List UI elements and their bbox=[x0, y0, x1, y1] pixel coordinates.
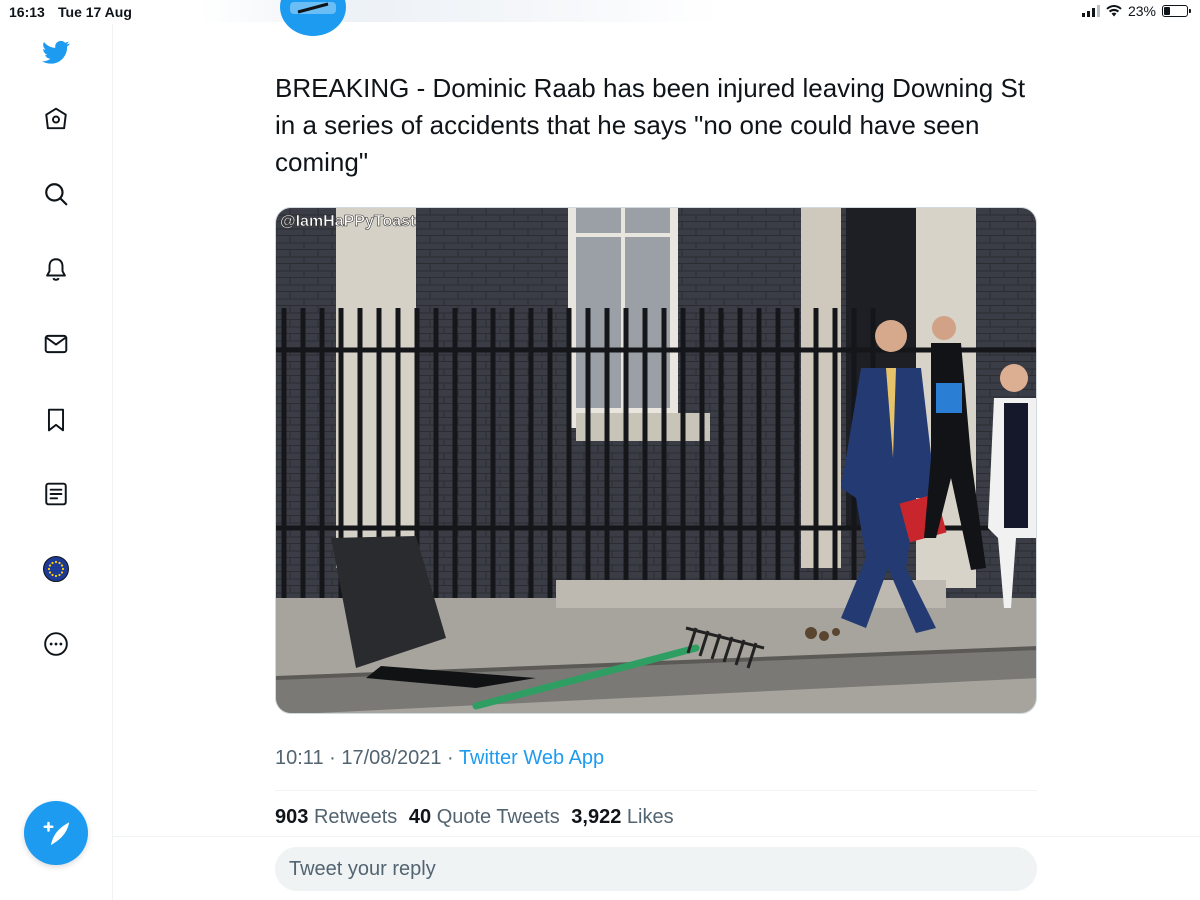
status-date: Tue 17 Aug bbox=[58, 4, 132, 20]
compose-tweet-icon bbox=[43, 821, 70, 846]
tweet-time[interactable]: 10:11 bbox=[275, 747, 324, 769]
battery-icon bbox=[1162, 5, 1191, 17]
retweets-stat[interactable]: 903 Retweets bbox=[275, 806, 397, 828]
quotes-stat[interactable]: 40 Quote Tweets bbox=[409, 806, 560, 828]
likes-label: Likes bbox=[626, 806, 674, 828]
tweet-source-link[interactable]: Twitter Web App bbox=[459, 747, 604, 769]
divider bbox=[275, 790, 1037, 791]
status-time: 16:13 bbox=[9, 4, 45, 20]
meta-separator: · bbox=[329, 747, 336, 769]
profile-icon[interactable] bbox=[38, 551, 74, 587]
home-icon[interactable] bbox=[38, 101, 74, 137]
more-icon[interactable] bbox=[38, 626, 74, 662]
twitter-logo-icon[interactable] bbox=[38, 34, 74, 70]
meta-separator: · bbox=[447, 747, 454, 769]
explore-icon[interactable] bbox=[38, 176, 74, 212]
lists-icon[interactable] bbox=[38, 476, 74, 512]
cellular-signal-icon bbox=[1081, 5, 1100, 17]
notifications-icon[interactable] bbox=[38, 251, 74, 287]
sidebar-nav bbox=[0, 24, 113, 900]
messages-icon[interactable] bbox=[38, 326, 74, 362]
reply-input[interactable] bbox=[275, 847, 1037, 891]
author-avatar[interactable] bbox=[280, 0, 346, 36]
image-watermark: @IamHaPPyToast bbox=[280, 213, 416, 230]
battery-percent: 23% bbox=[1127, 3, 1156, 19]
eu-flag-avatar-icon bbox=[43, 556, 69, 582]
likes-count: 3,922 bbox=[571, 806, 622, 828]
tweet-text: BREAKING - Dominic Raab has been injured… bbox=[275, 73, 1026, 177]
battery-fill bbox=[1164, 7, 1170, 15]
retweets-label: Retweets bbox=[313, 806, 398, 828]
compose-tweet-button[interactable] bbox=[24, 801, 88, 865]
tweet-stats: 903 Retweets 40 Quote Tweets 3,922 Likes bbox=[275, 806, 674, 829]
divider bbox=[113, 836, 1200, 837]
tweet-image[interactable]: @IamHaPPyToast bbox=[275, 207, 1037, 714]
status-indicators: 23% bbox=[1081, 3, 1191, 19]
tweet-date[interactable]: 17/08/2021 bbox=[341, 747, 441, 769]
tweet-meta: 10:11 · 17/08/2021 · Twitter Web App bbox=[275, 747, 604, 770]
scrolled-header-fade bbox=[200, 0, 720, 22]
bookmarks-icon[interactable] bbox=[38, 402, 74, 438]
retweets-count: 903 bbox=[275, 806, 309, 828]
quotes-label: Quote Tweets bbox=[436, 806, 560, 828]
likes-stat[interactable]: 3,922 Likes bbox=[571, 806, 673, 828]
wifi-icon bbox=[1106, 5, 1122, 17]
quotes-count: 40 bbox=[408, 806, 432, 828]
